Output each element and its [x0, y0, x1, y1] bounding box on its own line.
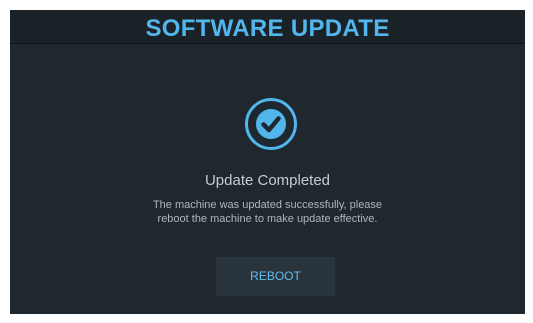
status-message-line-1: The machine was updated successfully, pl…	[152, 199, 383, 211]
status-message-line-2: reboot the machine to make update effect…	[157, 213, 378, 225]
status-title: Update Completed	[204, 172, 331, 189]
page-title: SOFTWARE UPDATE	[145, 15, 390, 42]
status-message: The machine was updated successfully, pl…	[10, 198, 525, 226]
update-screen: SOFTWARE UPDATE Update Completed The mac…	[10, 10, 525, 314]
header-bar: SOFTWARE UPDATE	[10, 10, 525, 44]
reboot-button[interactable]: REBOOT	[216, 257, 335, 296]
check-circle-icon	[245, 98, 297, 150]
